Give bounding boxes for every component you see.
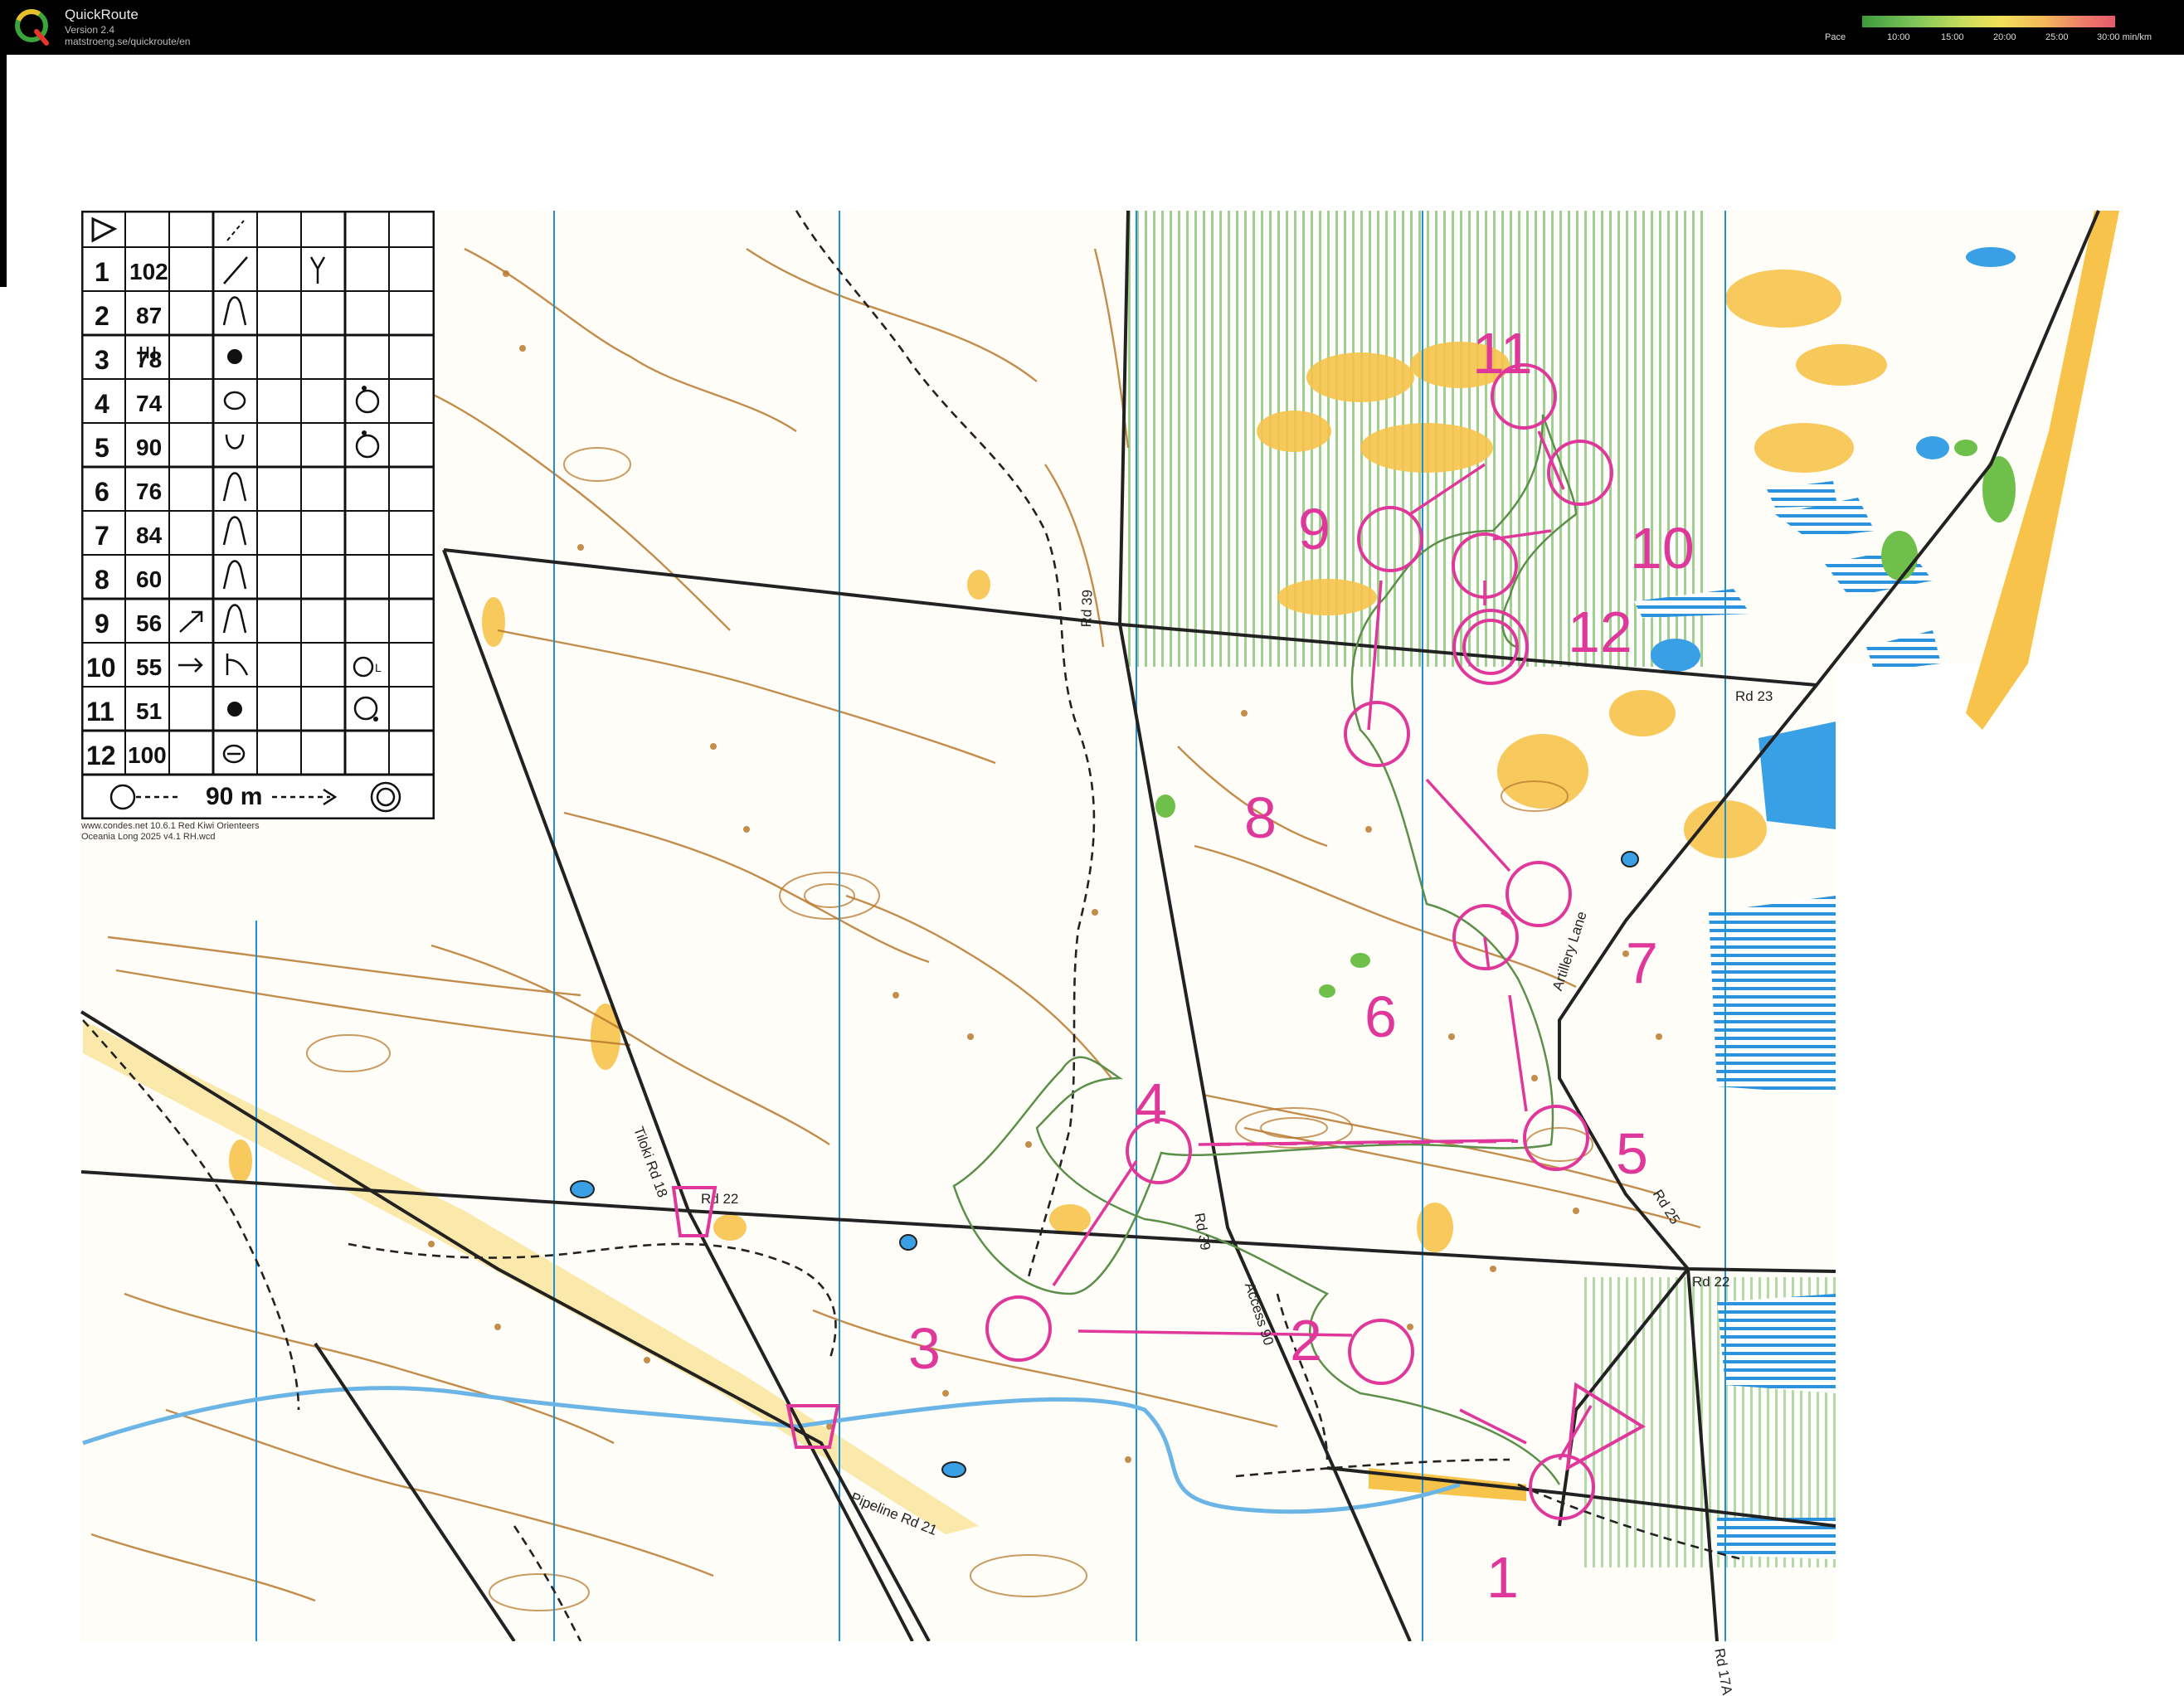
pace-tick: 10:00 bbox=[1887, 32, 1910, 42]
app-title: QuickRoute bbox=[65, 7, 139, 22]
position-symbol-icon bbox=[355, 389, 380, 414]
control-number-5: 5 bbox=[1616, 1121, 1648, 1186]
row-code: 51 bbox=[136, 698, 163, 724]
road-label-rd22-right: Rd 22 bbox=[1692, 1274, 1730, 1290]
spur-symbol-icon bbox=[222, 296, 247, 326]
dot-symbol-icon bbox=[227, 349, 242, 364]
control-circle-1 bbox=[1529, 1454, 1595, 1520]
quickroute-logo-icon bbox=[15, 9, 49, 46]
control-circle-12 bbox=[1452, 532, 1518, 599]
row-number: 3 bbox=[95, 345, 109, 375]
reentrant-symbol-icon bbox=[225, 434, 245, 450]
row-number: 2 bbox=[95, 301, 109, 331]
road-label-rd23: Rd 23 bbox=[1735, 688, 1773, 704]
control-circle-7 bbox=[1505, 861, 1572, 927]
row-code: 60 bbox=[136, 566, 163, 592]
row-number: 7 bbox=[95, 521, 109, 551]
start-symbol-icon bbox=[91, 216, 118, 243]
control-description-table: L 1 102 2 87 3 78 4 74 5 90 6 76 7 84 8 … bbox=[81, 211, 435, 819]
row-code: 56 bbox=[136, 610, 163, 636]
title-bar: QuickRoute Version 2.4 matstroeng.se/qui… bbox=[0, 0, 2184, 55]
path-symbol-icon bbox=[226, 220, 245, 241]
control-number-10: 10 bbox=[1630, 516, 1695, 581]
control-circle-5 bbox=[1523, 1105, 1589, 1171]
row-code: 76 bbox=[136, 479, 163, 504]
row-number: 11 bbox=[86, 697, 114, 727]
pace-label: Pace bbox=[1825, 32, 1846, 42]
row-number: 6 bbox=[95, 477, 109, 507]
row-number: 10 bbox=[86, 653, 116, 683]
row-code: 87 bbox=[136, 303, 163, 328]
description-grid: L bbox=[81, 211, 435, 819]
spur-symbol-icon bbox=[222, 516, 247, 546]
svg-text:L: L bbox=[375, 661, 382, 674]
credit-line-1: www.condes.net 10.6.1 Red Kiwi Orienteer… bbox=[81, 821, 260, 831]
control-number-6: 6 bbox=[1364, 984, 1397, 1049]
row-number: 1 bbox=[95, 257, 109, 287]
finish-inner bbox=[1462, 619, 1519, 675]
position-symbol-icon bbox=[353, 696, 378, 721]
row-number: 9 bbox=[95, 609, 109, 639]
spur-symbol-icon bbox=[222, 604, 247, 634]
road-label-rd39: Rd 39 bbox=[1078, 589, 1096, 628]
feature-symbol-icon bbox=[226, 654, 249, 676]
finish-distance: 90 m bbox=[206, 783, 263, 810]
pace-tick: 30:00 min/km bbox=[2097, 32, 2152, 42]
control-number-3: 3 bbox=[908, 1316, 941, 1381]
row-code: 102 bbox=[129, 259, 168, 284]
direction-arrow-icon bbox=[179, 610, 203, 633]
spur-symbol-icon bbox=[222, 560, 247, 590]
row-code: 74 bbox=[136, 391, 163, 416]
row-code: 84 bbox=[136, 522, 163, 548]
row-number: 5 bbox=[95, 433, 109, 463]
row-number: 4 bbox=[95, 389, 109, 419]
finish-symbol-icon bbox=[370, 781, 401, 813]
position-symbol-icon bbox=[353, 656, 374, 678]
row-number: 12 bbox=[86, 741, 116, 770]
road-label-rd22-left: Rd 22 bbox=[701, 1191, 739, 1207]
credit-line-2: Oceania Long 2025 v4.1 RH.wcd bbox=[81, 832, 216, 842]
pace-tick: 25:00 bbox=[2045, 32, 2069, 42]
map-credit: www.condes.net 10.6.1 Red Kiwi Orienteer… bbox=[81, 821, 260, 843]
row-number: 8 bbox=[95, 565, 109, 595]
control-number-1: 1 bbox=[1486, 1545, 1519, 1610]
position-symbol-icon bbox=[355, 434, 380, 459]
direction-arrow-icon bbox=[178, 658, 203, 673]
junction-symbol-icon bbox=[309, 256, 326, 284]
control-circle-3 bbox=[985, 1295, 1052, 1362]
control-number-12: 12 bbox=[1568, 600, 1632, 664]
control-number-9: 9 bbox=[1298, 497, 1330, 561]
oval-symbol-icon bbox=[223, 391, 246, 411]
control-number-7: 7 bbox=[1626, 931, 1658, 995]
control-circle-9 bbox=[1357, 506, 1423, 572]
row-code: 78 bbox=[136, 347, 163, 372]
control-number-2: 2 bbox=[1290, 1308, 1322, 1373]
finish-control-icon bbox=[109, 784, 136, 810]
pace-gradient-bar bbox=[1862, 16, 2115, 27]
start-triangle bbox=[1565, 1382, 1646, 1471]
row-code: 55 bbox=[136, 654, 163, 680]
dot-symbol-icon bbox=[227, 702, 242, 717]
control-circle-6 bbox=[1452, 904, 1519, 970]
pace-tick: 20:00 bbox=[1993, 32, 2016, 42]
control-circle-8 bbox=[1344, 701, 1410, 767]
pace-tick: 15:00 bbox=[1941, 32, 1964, 42]
pace-legend: Pace 10:00 15:00 20:00 25:00 30:00 min/k… bbox=[1825, 12, 2173, 45]
control-circle-10 bbox=[1547, 440, 1613, 506]
control-circle-2 bbox=[1348, 1319, 1414, 1385]
control-number-4: 4 bbox=[1135, 1072, 1167, 1136]
app-url: matstroeng.se/quickroute/en bbox=[65, 36, 191, 47]
control-number-11: 11 bbox=[1472, 321, 1533, 386]
spur-symbol-icon bbox=[222, 472, 247, 502]
road-label-rd17: Rd 17A bbox=[1711, 1647, 1735, 1696]
path-symbol-icon bbox=[223, 256, 248, 284]
row-code: 100 bbox=[128, 742, 167, 768]
row-code: 90 bbox=[136, 435, 163, 460]
control-number-8: 8 bbox=[1244, 785, 1277, 850]
app-version: Version 2.4 bbox=[65, 24, 115, 36]
